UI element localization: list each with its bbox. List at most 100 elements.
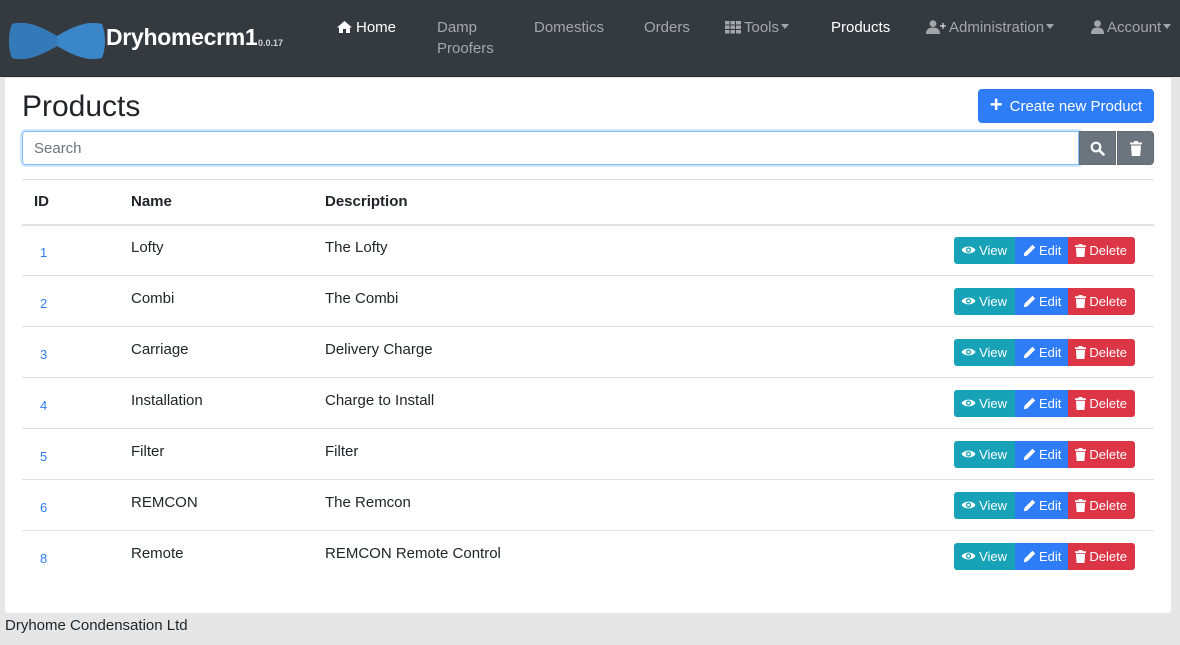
pencil-icon [1023,397,1036,409]
delete-label: Delete [1089,446,1127,462]
bowtie-logo-icon[interactable] [8,20,106,62]
edit-label: Edit [1039,242,1062,258]
trash-icon [1075,549,1087,563]
cell-id: 1 [22,225,119,276]
trash-icon [1075,447,1087,461]
delete-label: Delete [1089,293,1127,309]
view-button[interactable]: View [954,440,1016,468]
delete-button[interactable]: Delete [1068,338,1135,366]
pencil-icon [1023,499,1036,511]
delete-button[interactable]: Delete [1068,236,1135,264]
nav-home-label: Home [356,19,397,36]
nav-orders-label: Orders [644,19,690,36]
row-actions: View Edit Delete [733,338,1142,366]
delete-label: Delete [1089,395,1127,411]
view-button[interactable]: View [954,338,1016,366]
cell-description: Filter [313,428,722,480]
edit-button[interactable]: Edit [1015,287,1069,315]
nav-account-dropdown[interactable]: Account [1091,17,1172,38]
footer-text: Dryhome Condensation Ltd [5,617,188,634]
row-actions: View Edit Delete [733,287,1142,315]
nav-home[interactable]: Home [336,17,396,38]
edit-button[interactable]: Edit [1015,338,1069,366]
product-id-link[interactable]: 6 [40,500,47,515]
nav-tools-dropdown[interactable]: Tools [725,17,790,38]
trash-icon [1075,294,1087,308]
search-icon [1090,141,1105,156]
product-id-link[interactable]: 2 [40,296,47,311]
view-button[interactable]: View [954,491,1016,519]
cell-description: The Remcon [313,479,722,531]
delete-button[interactable]: Delete [1068,389,1135,417]
table-row: 6 REMCON The Remcon View Edit Delete [22,479,1154,531]
product-id-link[interactable]: 8 [40,551,47,566]
nav-products-label: Products [831,19,891,36]
cell-name: Carriage [119,326,313,378]
eye-icon [961,552,976,560]
cell-actions: View Edit Delete [721,479,1154,531]
cell-description: Charge to Install [313,377,722,429]
edit-button[interactable]: Edit [1015,389,1069,417]
create-product-label: Create new Product [1009,97,1143,115]
cell-actions: View Edit Delete [721,326,1154,378]
edit-button[interactable]: Edit [1015,542,1069,570]
cell-name: Filter [119,428,313,480]
column-header-id[interactable]: ID [22,179,119,226]
view-button[interactable]: View [954,542,1016,570]
table-icon [725,21,741,34]
delete-button[interactable]: Delete [1068,287,1135,315]
cell-description: REMCON Remote Control [313,530,722,582]
cell-id: 6 [22,479,119,531]
products-table: ID Name Description 1 Lofty The Lofty Vi… [22,179,1154,582]
eye-icon [961,348,976,356]
search-input[interactable] [22,131,1079,165]
product-id-link[interactable]: 5 [40,449,47,464]
eye-icon [961,246,976,254]
edit-label: Edit [1039,446,1062,462]
column-header-name[interactable]: Name [119,179,313,226]
nav-orders[interactable]: Orders [644,17,690,38]
create-product-button[interactable]: + Create new Product [978,89,1154,123]
cell-actions: View Edit Delete [721,428,1154,480]
edit-label: Edit [1039,548,1062,564]
edit-label: Edit [1039,344,1062,360]
delete-button[interactable]: Delete [1068,542,1135,570]
view-label: View [979,497,1008,513]
eye-icon [961,399,976,407]
pencil-icon [1023,295,1036,307]
row-actions: View Edit Delete [733,491,1142,519]
product-id-link[interactable]: 1 [40,245,47,260]
main-content: Products + Create new Product ID Name De… [5,78,1171,613]
edit-button[interactable]: Edit [1015,491,1069,519]
cell-description: Delivery Charge [313,326,722,378]
view-label: View [979,395,1008,411]
cell-actions: View Edit Delete [721,225,1154,276]
view-label: View [979,548,1008,564]
brand-name[interactable]: Dryhomecrm1 [106,24,258,51]
product-id-link[interactable]: 3 [40,347,47,362]
row-actions: View Edit Delete [733,236,1142,264]
view-label: View [979,446,1008,462]
search-button[interactable] [1079,131,1116,165]
column-header-description[interactable]: Description [313,179,722,226]
clear-search-button[interactable] [1117,131,1154,165]
delete-label: Delete [1089,344,1127,360]
nav-account-label: Account [1107,19,1162,36]
product-id-link[interactable]: 4 [40,398,47,413]
row-actions: View Edit Delete [733,542,1142,570]
edit-button[interactable]: Edit [1015,440,1069,468]
view-button[interactable]: View [954,287,1016,315]
nav-administration-dropdown[interactable]: Administration [926,17,1055,38]
edit-button[interactable]: Edit [1015,236,1069,264]
home-icon [337,21,352,33]
nav-products[interactable]: Products [831,17,890,38]
edit-label: Edit [1039,497,1062,513]
view-button[interactable]: View [954,389,1016,417]
delete-button[interactable]: Delete [1068,491,1135,519]
user-plus-icon [926,20,946,34]
nav-domestics[interactable]: Domestics [534,17,604,38]
cell-actions: View Edit Delete [721,377,1154,429]
view-button[interactable]: View [954,236,1016,264]
delete-button[interactable]: Delete [1068,440,1135,468]
nav-damp-proofers[interactable]: Damp Proofers [437,17,494,59]
